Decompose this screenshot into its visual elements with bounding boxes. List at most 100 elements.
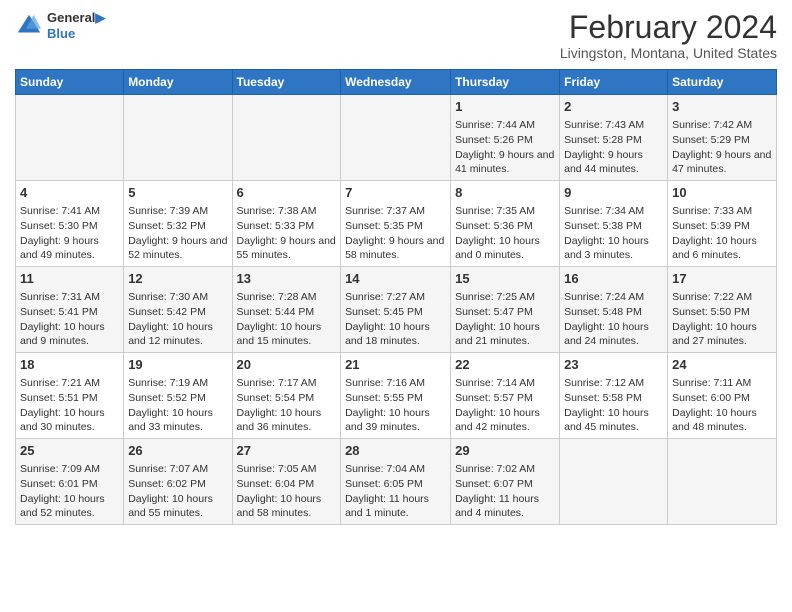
calendar-cell xyxy=(16,95,124,181)
day-number: 23 xyxy=(564,356,663,374)
calendar-cell: 8 Sunrise: 7:35 AMSunset: 5:36 PMDaylight… xyxy=(451,181,560,267)
day-number: 15 xyxy=(455,270,555,288)
cell-info: Sunrise: 7:22 AMSunset: 5:50 PMDaylight:… xyxy=(672,290,772,349)
day-number: 7 xyxy=(345,184,446,202)
day-number: 11 xyxy=(20,270,119,288)
day-number: 3 xyxy=(672,98,772,116)
day-number: 8 xyxy=(455,184,555,202)
day-number: 19 xyxy=(128,356,227,374)
cell-info: Sunrise: 7:12 AMSunset: 5:58 PMDaylight:… xyxy=(564,376,663,435)
cell-info: Sunrise: 7:35 AMSunset: 5:36 PMDaylight:… xyxy=(455,204,555,263)
cell-info: Sunrise: 7:11 AMSunset: 6:00 PMDaylight:… xyxy=(672,376,772,435)
logo-icon xyxy=(15,12,43,40)
calendar-cell: 23 Sunrise: 7:12 AMSunset: 5:58 PMDayligh… xyxy=(560,353,668,439)
calendar-cell: 15 Sunrise: 7:25 AMSunset: 5:47 PMDayligh… xyxy=(451,267,560,353)
calendar-cell: 28 Sunrise: 7:04 AMSunset: 6:05 PMDayligh… xyxy=(341,438,451,524)
cell-info: Sunrise: 7:24 AMSunset: 5:48 PMDaylight:… xyxy=(564,290,663,349)
cell-info: Sunrise: 7:05 AMSunset: 6:04 PMDaylight:… xyxy=(237,462,337,521)
calendar-cell: 13 Sunrise: 7:28 AMSunset: 5:44 PMDayligh… xyxy=(232,267,341,353)
col-header-monday: Monday xyxy=(124,70,232,95)
calendar-cell: 2Sunrise: 7:43 AMSunset: 5:28 PMDaylight… xyxy=(560,95,668,181)
cell-info: Sunrise: 7:17 AMSunset: 5:54 PMDaylight:… xyxy=(237,376,337,435)
day-number: 29 xyxy=(455,442,555,460)
col-header-thursday: Thursday xyxy=(451,70,560,95)
calendar-cell: 5Sunrise: 7:39 AMSunset: 5:32 PMDaylight… xyxy=(124,181,232,267)
calendar-cell: 18 Sunrise: 7:21 AMSunset: 5:51 PMDayligh… xyxy=(16,353,124,439)
day-number: 4 xyxy=(20,184,119,202)
col-header-saturday: Saturday xyxy=(668,70,777,95)
calendar-cell: 3 Sunrise: 7:42 AMSunset: 5:29 PMDaylight… xyxy=(668,95,777,181)
day-number: 26 xyxy=(128,442,227,460)
day-number: 14 xyxy=(345,270,446,288)
week-row-5: 25Sunrise: 7:09 AMSunset: 6:01 PMDayligh… xyxy=(16,438,777,524)
calendar-cell: 20 Sunrise: 7:17 AMSunset: 5:54 PMDayligh… xyxy=(232,353,341,439)
cell-info: Sunrise: 7:34 AMSunset: 5:38 PMDaylight:… xyxy=(564,204,663,263)
day-number: 21 xyxy=(345,356,446,374)
day-number: 1 xyxy=(455,98,555,116)
calendar-cell: 11 Sunrise: 7:31 AMSunset: 5:41 PMDayligh… xyxy=(16,267,124,353)
day-number: 22 xyxy=(455,356,555,374)
title-area: February 2024 Livingston, Montana, Unite… xyxy=(560,10,777,61)
calendar-cell: 22 Sunrise: 7:14 AMSunset: 5:57 PMDayligh… xyxy=(451,353,560,439)
col-header-sunday: Sunday xyxy=(16,70,124,95)
cell-info: Sunrise: 7:04 AMSunset: 6:05 PMDaylight:… xyxy=(345,462,446,521)
calendar-cell: 9 Sunrise: 7:34 AMSunset: 5:38 PMDaylight… xyxy=(560,181,668,267)
calendar-cell: 6Sunrise: 7:38 AMSunset: 5:33 PMDaylight… xyxy=(232,181,341,267)
week-row-1: 1 Sunrise: 7:44 AMSunset: 5:26 PMDaylight… xyxy=(16,95,777,181)
calendar-cell: 16 Sunrise: 7:24 AMSunset: 5:48 PMDayligh… xyxy=(560,267,668,353)
week-row-3: 11 Sunrise: 7:31 AMSunset: 5:41 PMDayligh… xyxy=(16,267,777,353)
cell-info: Sunrise: 7:07 AMSunset: 6:02 PMDaylight:… xyxy=(128,462,227,521)
cell-info: Sunrise: 7:16 AMSunset: 5:55 PMDaylight:… xyxy=(345,376,446,435)
calendar-cell: 29 Sunrise: 7:02 AMSunset: 6:07 PMDayligh… xyxy=(451,438,560,524)
cell-info: Sunrise: 7:28 AMSunset: 5:44 PMDaylight:… xyxy=(237,290,337,349)
col-header-tuesday: Tuesday xyxy=(232,70,341,95)
day-number: 20 xyxy=(237,356,337,374)
calendar-cell: 27 Sunrise: 7:05 AMSunset: 6:04 PMDayligh… xyxy=(232,438,341,524)
col-header-wednesday: Wednesday xyxy=(341,70,451,95)
day-number: 24 xyxy=(672,356,772,374)
cell-info: Sunrise: 7:41 AMSunset: 5:30 PMDaylight:… xyxy=(20,204,119,263)
calendar-cell: 10 Sunrise: 7:33 AMSunset: 5:39 PMDayligh… xyxy=(668,181,777,267)
cell-info: Sunrise: 7:14 AMSunset: 5:57 PMDaylight:… xyxy=(455,376,555,435)
calendar-cell: 24 Sunrise: 7:11 AMSunset: 6:00 PMDayligh… xyxy=(668,353,777,439)
calendar-table: SundayMondayTuesdayWednesdayThursdayFrid… xyxy=(15,69,777,525)
calendar-cell: 19Sunrise: 7:19 AMSunset: 5:52 PMDayligh… xyxy=(124,353,232,439)
calendar-cell xyxy=(668,438,777,524)
cell-info: Sunrise: 7:33 AMSunset: 5:39 PMDaylight:… xyxy=(672,204,772,263)
day-number: 16 xyxy=(564,270,663,288)
header: General▶ Blue February 2024 Livingston, … xyxy=(15,10,777,61)
logo-text: General▶ Blue xyxy=(47,10,105,41)
day-number: 13 xyxy=(237,270,337,288)
cell-info: Sunrise: 7:38 AMSunset: 5:33 PMDaylight:… xyxy=(237,204,337,263)
cell-info: Sunrise: 7:25 AMSunset: 5:47 PMDaylight:… xyxy=(455,290,555,349)
cell-info: Sunrise: 7:37 AMSunset: 5:35 PMDaylight:… xyxy=(345,204,446,263)
cell-info: Sunrise: 7:39 AMSunset: 5:32 PMDaylight:… xyxy=(128,204,227,263)
calendar-cell: 25Sunrise: 7:09 AMSunset: 6:01 PMDayligh… xyxy=(16,438,124,524)
calendar-cell: 1 Sunrise: 7:44 AMSunset: 5:26 PMDaylight… xyxy=(451,95,560,181)
day-number: 18 xyxy=(20,356,119,374)
cell-info: Sunrise: 7:42 AMSunset: 5:29 PMDaylight:… xyxy=(672,118,772,177)
cell-info: Sunrise: 7:31 AMSunset: 5:41 PMDaylight:… xyxy=(20,290,119,349)
cell-info: Sunrise: 7:21 AMSunset: 5:51 PMDaylight:… xyxy=(20,376,119,435)
calendar-cell xyxy=(124,95,232,181)
calendar-cell: 12Sunrise: 7:30 AMSunset: 5:42 PMDayligh… xyxy=(124,267,232,353)
cell-info: Sunrise: 7:09 AMSunset: 6:01 PMDaylight:… xyxy=(20,462,119,521)
logo: General▶ Blue xyxy=(15,10,105,41)
calendar-cell: 17Sunrise: 7:22 AMSunset: 5:50 PMDayligh… xyxy=(668,267,777,353)
day-number: 28 xyxy=(345,442,446,460)
day-number: 10 xyxy=(672,184,772,202)
main-title: February 2024 xyxy=(560,10,777,45)
calendar-cell: 21 Sunrise: 7:16 AMSunset: 5:55 PMDayligh… xyxy=(341,353,451,439)
cell-info: Sunrise: 7:44 AMSunset: 5:26 PMDaylight:… xyxy=(455,118,555,177)
calendar-cell: 4 Sunrise: 7:41 AMSunset: 5:30 PMDaylight… xyxy=(16,181,124,267)
day-number: 27 xyxy=(237,442,337,460)
cell-info: Sunrise: 7:27 AMSunset: 5:45 PMDaylight:… xyxy=(345,290,446,349)
day-number: 9 xyxy=(564,184,663,202)
subtitle: Livingston, Montana, United States xyxy=(560,45,777,61)
calendar-cell xyxy=(341,95,451,181)
cell-info: Sunrise: 7:30 AMSunset: 5:42 PMDaylight:… xyxy=(128,290,227,349)
calendar-cell: 26 Sunrise: 7:07 AMSunset: 6:02 PMDayligh… xyxy=(124,438,232,524)
cell-info: Sunrise: 7:02 AMSunset: 6:07 PMDaylight:… xyxy=(455,462,555,521)
calendar-cell: 14 Sunrise: 7:27 AMSunset: 5:45 PMDayligh… xyxy=(341,267,451,353)
week-row-2: 4 Sunrise: 7:41 AMSunset: 5:30 PMDaylight… xyxy=(16,181,777,267)
